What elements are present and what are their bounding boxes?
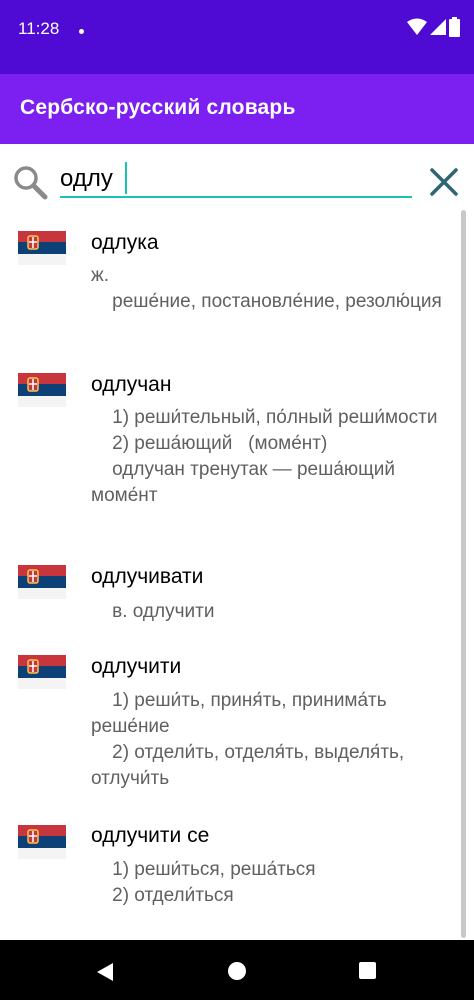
- status-bar: 11:28: [0, 0, 474, 74]
- signal-icon: [430, 19, 446, 35]
- entry-word: одлука: [91, 231, 159, 254]
- entry-definition: 1) реши́ть, приня́ть, принима́ть реше́ни…: [91, 690, 405, 789]
- battery-icon: [449, 17, 460, 37]
- entry-word: одлучити се: [91, 824, 210, 847]
- search-row: [0, 144, 474, 210]
- serbian-flag-icon: [18, 231, 66, 265]
- app-bar: Сербско-русский словарь: [0, 74, 474, 144]
- entry-word: одлучан: [91, 373, 172, 396]
- recent-apps-icon[interactable]: [359, 962, 376, 979]
- results-list[interactable]: одлука ж. реше́ние, постановле́ние, резо…: [0, 215, 474, 940]
- status-icons: [407, 17, 460, 37]
- serbian-flag-icon: [18, 825, 66, 859]
- serbian-flag-icon: [18, 373, 66, 407]
- entry-word: одлучити: [91, 655, 182, 678]
- entry-definition: ж. реше́ние, постановле́ние, резолю́ция: [91, 265, 442, 312]
- text-cursor: [125, 162, 127, 194]
- entry-definition: 1) реши́ться, реша́ться 2) отдели́ться: [112, 859, 316, 906]
- home-icon[interactable]: [228, 962, 246, 980]
- search-input[interactable]: [60, 162, 412, 198]
- status-time: 11:28: [18, 19, 60, 38]
- entry-word: одлучивати: [91, 565, 204, 588]
- scrollbar[interactable]: [461, 210, 466, 938]
- entry-definition: 1) реши́тельный, по́лный реши́мости 2) р…: [91, 407, 438, 506]
- notification-dot-icon: [79, 29, 84, 34]
- app-title: Сербско-русский словарь: [20, 96, 296, 119]
- serbian-flag-icon: [18, 565, 66, 599]
- entry-definition: в. одлучити: [91, 601, 215, 622]
- back-icon[interactable]: [95, 962, 115, 982]
- search-icon[interactable]: [12, 164, 48, 200]
- serbian-flag-icon: [18, 655, 66, 689]
- close-icon[interactable]: [428, 166, 460, 198]
- wifi-icon: [407, 18, 427, 35]
